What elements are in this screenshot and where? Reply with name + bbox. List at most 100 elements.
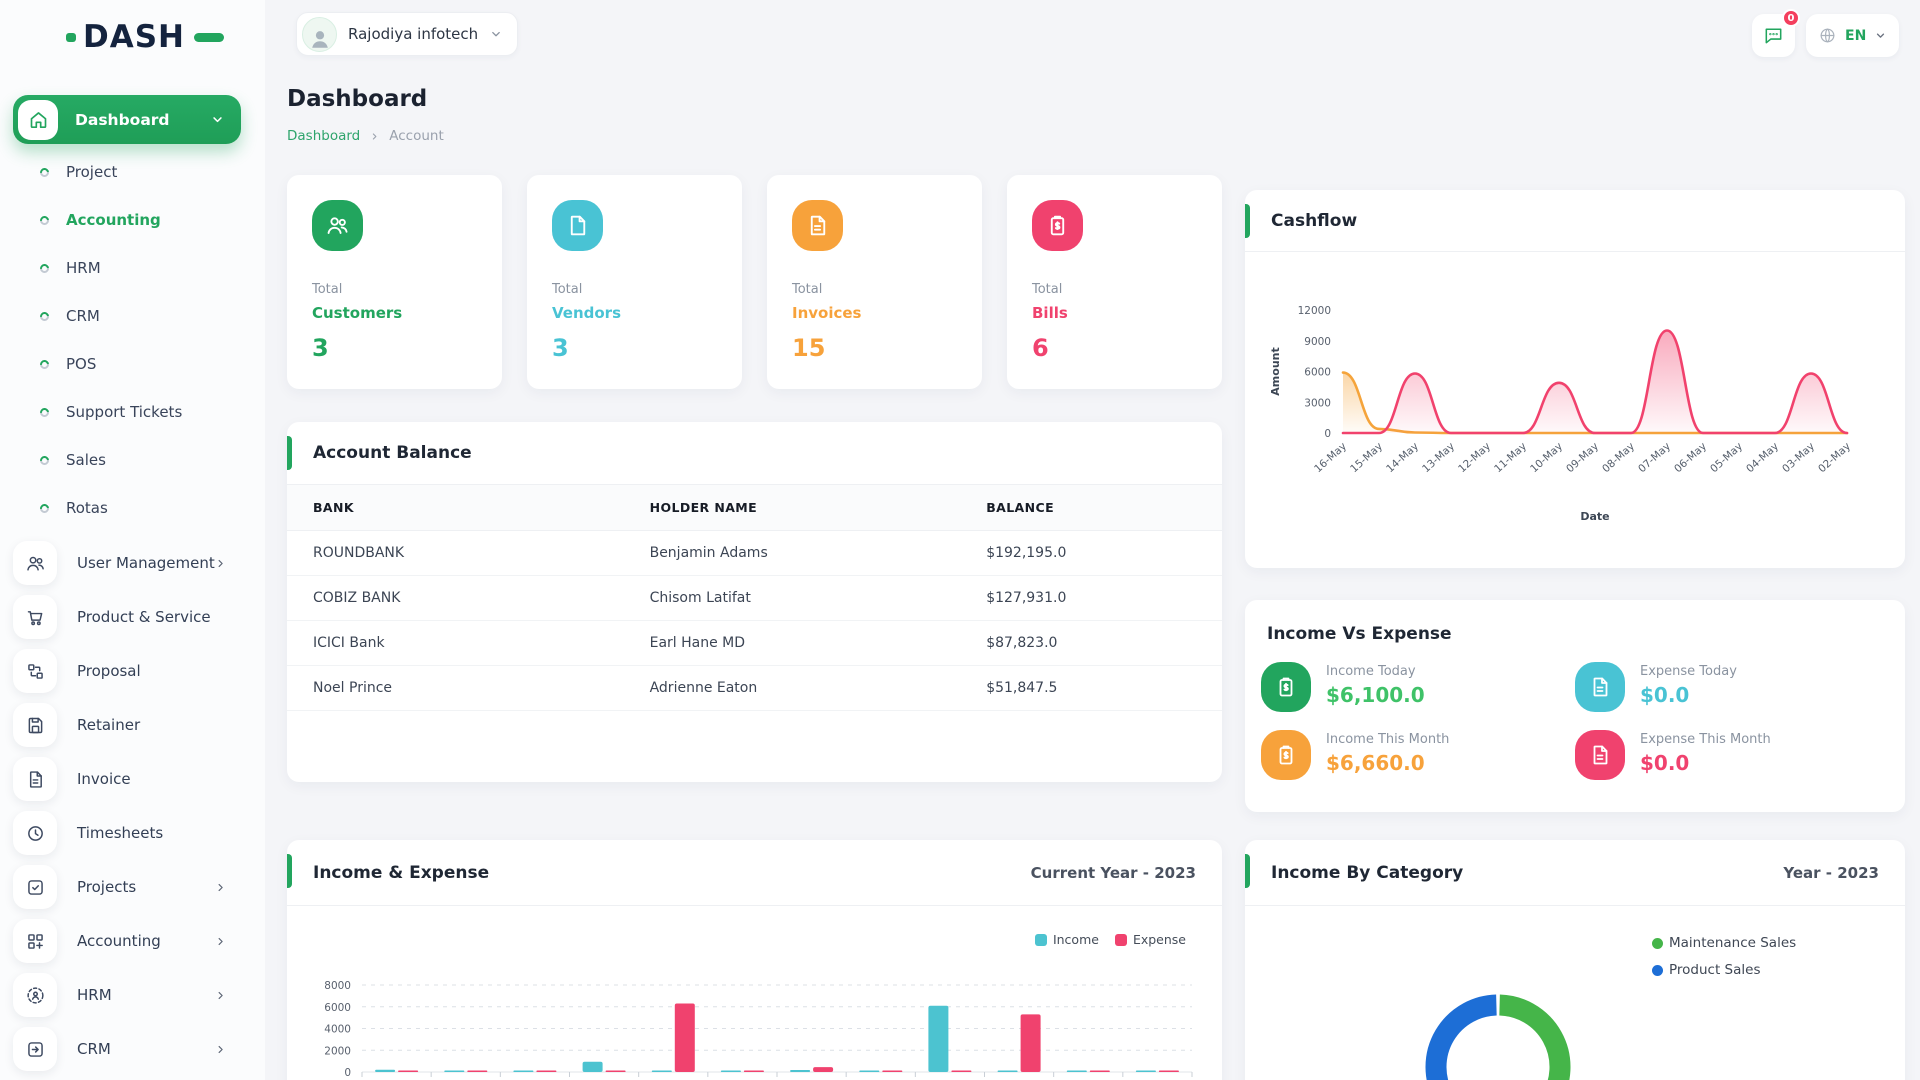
home-icon (28, 109, 49, 130)
sidebar-item-label: Accounting (77, 932, 161, 950)
hrm-icon (25, 985, 46, 1006)
svg-text:2000: 2000 (324, 1045, 351, 1057)
legend-item-maintenance-sales[interactable]: Maintenance Sales (1652, 935, 1796, 951)
income-by-category-card: Income By Category Year - 2023 Maintenan… (1245, 840, 1905, 1080)
users-icon (312, 200, 363, 251)
legend-label: Product Sales (1669, 962, 1760, 978)
globe-icon (1818, 26, 1837, 45)
globe-icon (1818, 26, 1837, 45)
bullet-icon (38, 454, 51, 467)
sidebar-item-crm[interactable]: CRM (0, 1022, 265, 1076)
svg-text:6000: 6000 (324, 1002, 351, 1014)
ive-label: Income This Month (1326, 730, 1449, 747)
retainer-icon (25, 715, 46, 736)
column-header-balance: BALANCE (960, 485, 1222, 531)
income-expense-card: Income & Expense Current Year - 2023 Inc… (287, 840, 1222, 1080)
app-logo: DASH (66, 22, 224, 53)
stat-value: 3 (552, 334, 717, 362)
legend-item-product-sales[interactable]: Product Sales (1652, 962, 1796, 978)
svg-text:03-May: 03-May (1780, 440, 1817, 475)
home-icon (18, 100, 58, 140)
user-name: Rajodiya infotech (348, 25, 478, 43)
card-title: Account Balance (313, 443, 472, 463)
sidebar-item-timesheets[interactable]: Timesheets (0, 806, 265, 860)
stat-value: 3 (312, 334, 477, 362)
legend-item-income[interactable]: Income (1035, 932, 1099, 947)
sidebar-subitem-crm[interactable]: CRM (0, 292, 265, 340)
page-title: Dashboard (287, 86, 427, 112)
language-selector[interactable]: EN (1806, 14, 1899, 57)
svg-text:9000: 9000 (1304, 336, 1331, 348)
sidebar-subitem-support-tickets[interactable]: Support Tickets (0, 388, 265, 436)
column-header-bank: BANK (287, 485, 624, 531)
account-balance-table: BANK HOLDER NAME BALANCE ROUNDBANK Benja… (287, 484, 1222, 711)
logo-text: DASH (83, 22, 185, 53)
proposal-icon (25, 661, 46, 682)
stat-label: Vendors (552, 304, 717, 322)
legend-item-expense[interactable]: Expense (1115, 932, 1186, 947)
bullet-icon (38, 406, 51, 419)
card-subtitle: Current Year - 2023 (1031, 864, 1196, 882)
sidebar-subitem-project[interactable]: Project (0, 148, 265, 196)
ive-value: $0.0 (1640, 751, 1771, 775)
chart-legend: Maintenance Sales Product Sales (1652, 935, 1796, 978)
stat-total-label: Total (792, 282, 957, 297)
bill-clipboard-icon (1045, 213, 1070, 238)
stat-total-label: Total (552, 282, 717, 297)
expense-file-icon (1588, 743, 1612, 767)
sidebar-item-label: Timesheets (77, 824, 163, 842)
sidebar-item-retainer[interactable]: Retainer (0, 698, 265, 752)
svg-text:02-May: 02-May (1816, 440, 1853, 475)
stat-card-vendors[interactable]: Total Vendors 3 (527, 175, 742, 389)
sidebar-item-projects[interactable]: Projects (0, 860, 265, 914)
users-icon (25, 553, 46, 574)
table-row: COBIZ BANK Chisom Latifat $127,931.0 (287, 576, 1222, 621)
breadcrumb-link-dashboard[interactable]: Dashboard (287, 128, 360, 144)
card-title: Income By Category (1271, 863, 1463, 883)
sidebar-subitem-pos[interactable]: POS (0, 340, 265, 388)
stat-value: 6 (1032, 334, 1197, 362)
sidebar-item-dashboard[interactable]: Dashboard (13, 95, 241, 144)
chat-icon (1762, 24, 1785, 47)
chevron-down-icon (210, 112, 225, 127)
breadcrumb-current: Account (389, 128, 444, 144)
sidebar-item-invoice[interactable]: Invoice (0, 752, 265, 806)
sidebar-subitem-hrm[interactable]: HRM (0, 244, 265, 292)
dashboard-submenu: Project Accounting HRM CRM POS Support T… (0, 148, 265, 532)
sidebar-item-hrm[interactable]: HRM (0, 968, 265, 1022)
stat-label: Customers (312, 304, 477, 322)
chevron-right-icon (214, 935, 227, 948)
sidebar-item-accounting[interactable]: Accounting (0, 914, 265, 968)
svg-text:13-May: 13-May (1420, 440, 1457, 475)
chevron-right-icon (369, 131, 380, 142)
income-expense-chart: 02000400060008000 (307, 952, 1202, 1080)
column-header-holder: HOLDER NAME (624, 485, 961, 531)
sidebar-subitem-rotas[interactable]: Rotas (0, 484, 265, 532)
sidebar-subitem-sales[interactable]: Sales (0, 436, 265, 484)
svg-text:08-May: 08-May (1600, 440, 1637, 475)
stat-card-invoices[interactable]: Total Invoices 15 (767, 175, 982, 389)
sidebar-item-product-service[interactable]: Product & Service (0, 590, 265, 644)
sidebar-subitem-label: Project (66, 163, 117, 181)
card-accent (287, 854, 292, 888)
cell-holder-name: Benjamin Adams (624, 531, 961, 576)
sidebar-item-proposal[interactable]: Proposal (0, 644, 265, 698)
user-menu[interactable]: Rajodiya infotech (296, 12, 518, 56)
cell-balance: $192,195.0 (960, 531, 1222, 576)
card-accent (1245, 854, 1250, 888)
cell-bank: Noel Prince (287, 666, 624, 711)
expense-file-icon (1575, 662, 1625, 712)
stat-card-bills[interactable]: Total Bills 6 (1007, 175, 1222, 389)
sidebar-subitem-accounting[interactable]: Accounting (0, 196, 265, 244)
stat-card-customers[interactable]: Total Customers 3 (287, 175, 502, 389)
bullet-icon (38, 214, 51, 227)
svg-text:12000: 12000 (1298, 305, 1331, 317)
card-title: Income & Expense (313, 863, 489, 883)
cell-balance: $87,823.0 (960, 621, 1222, 666)
vendor-file-icon (552, 200, 603, 251)
sidebar-item-user-management[interactable]: User Management (0, 536, 265, 590)
sidebar-subitem-label: CRM (66, 307, 100, 325)
messages-button[interactable]: 0 (1752, 14, 1795, 57)
cell-bank: ROUNDBANK (287, 531, 624, 576)
expense-file-icon (1588, 675, 1612, 699)
